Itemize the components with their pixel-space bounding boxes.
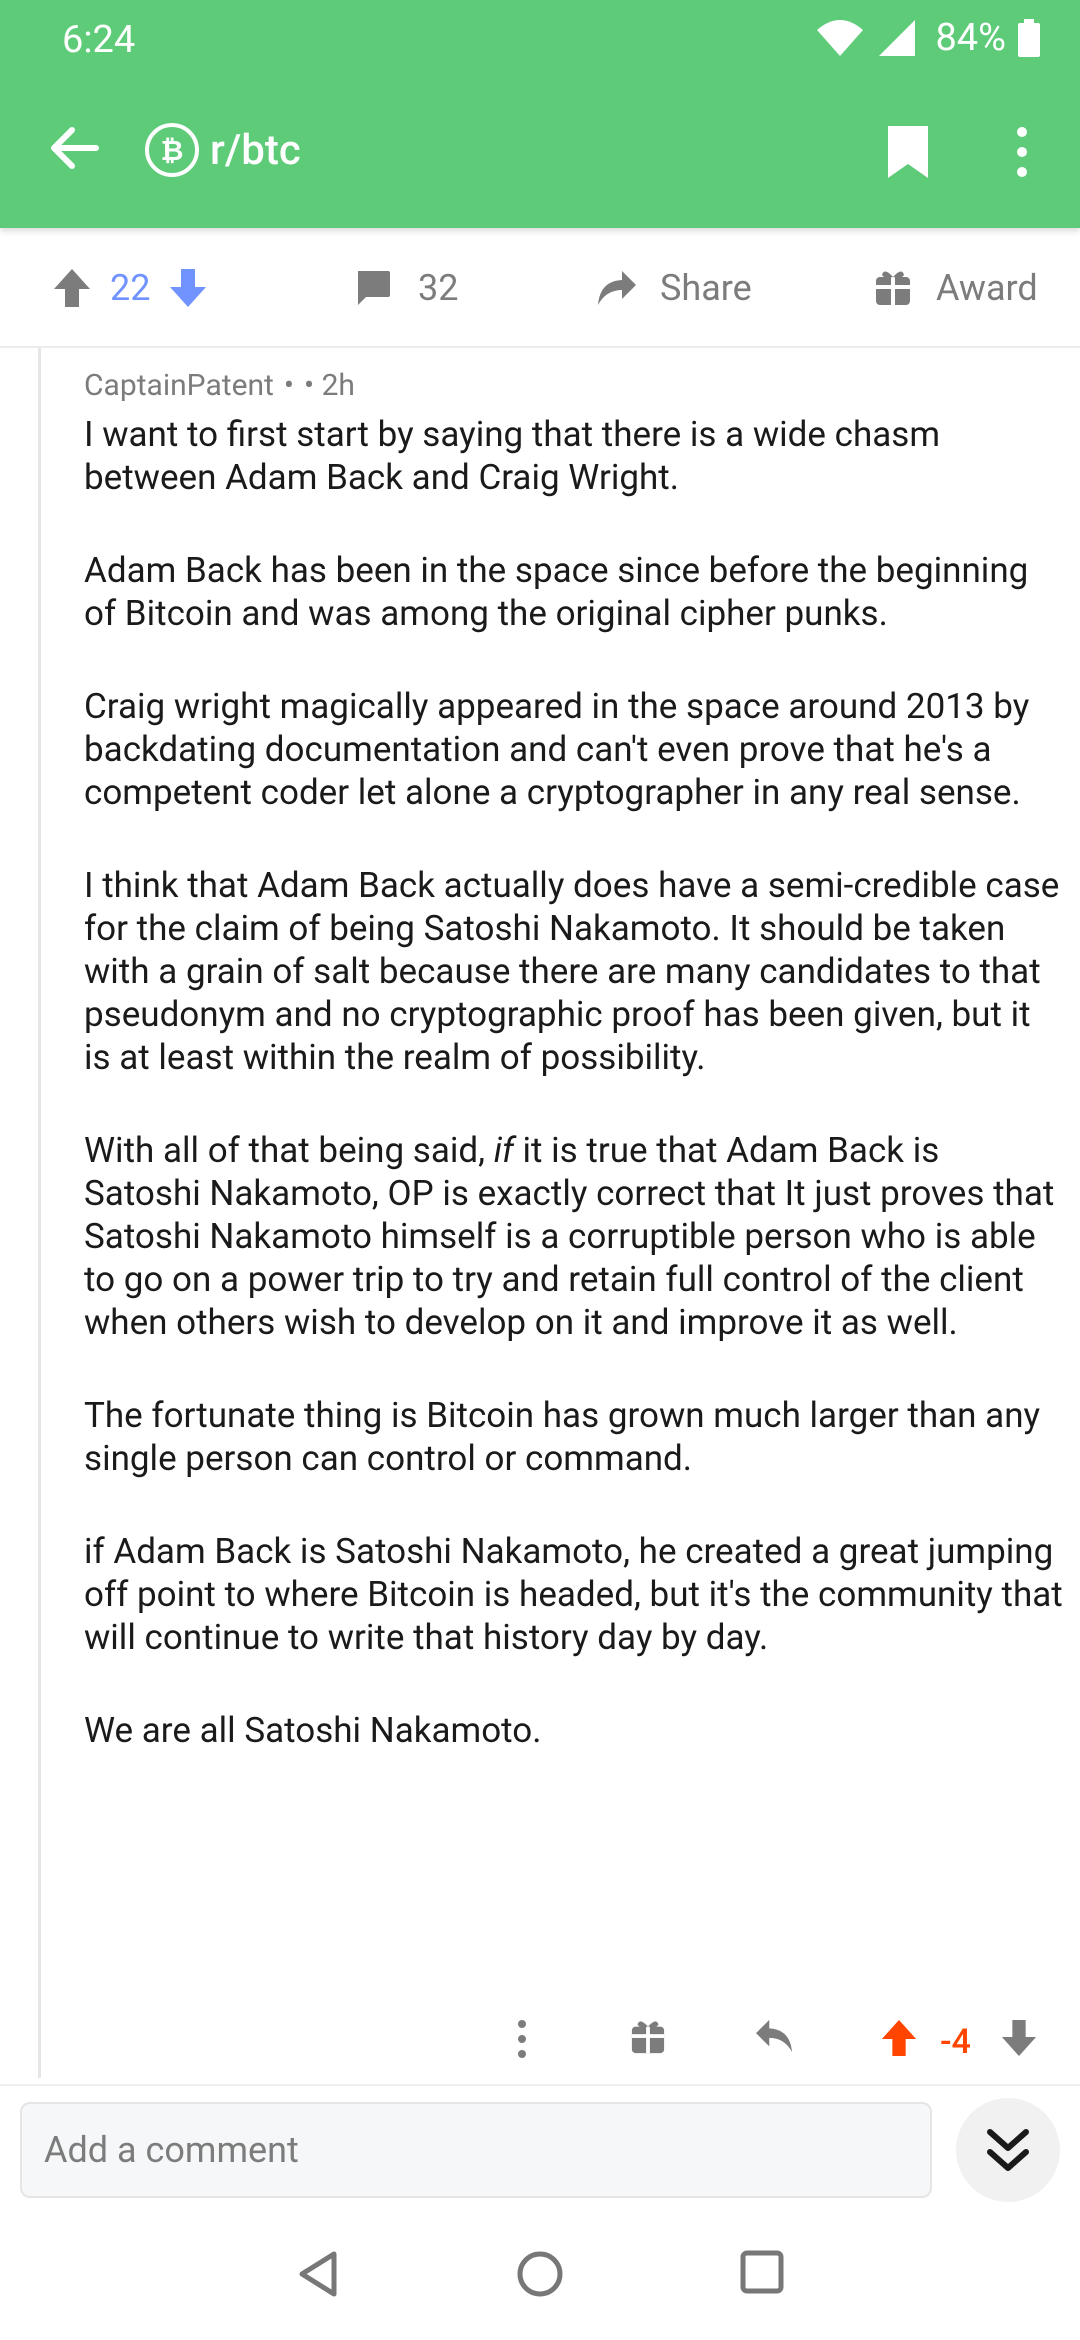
paragraph-text: With all of that being said, <box>84 1130 494 1171</box>
signal-icon <box>879 20 916 56</box>
post-action-bar: 22 32 Share Award <box>0 228 1080 348</box>
subreddit-name: r/btc <box>210 125 301 175</box>
comment-paragraph: I think that Adam Back actually does hav… <box>84 865 1060 1078</box>
comment-score: -4 <box>940 2022 971 2062</box>
upvote-icon[interactable] <box>52 267 92 309</box>
jump-next-comment-button[interactable] <box>956 2098 1060 2202</box>
award-label: Award <box>936 267 1038 309</box>
comment-paragraph: if Adam Back is Satoshi Nakamoto, he cre… <box>84 1531 1063 1658</box>
meta-separator: • <box>283 368 294 403</box>
back-arrow-icon[interactable] <box>48 122 100 174</box>
thread-line[interactable] <box>38 348 41 2078</box>
comment-body: I want to first start by saying that the… <box>84 413 1064 1752</box>
status-icons: 84% <box>815 16 1040 60</box>
comment-count: 32 <box>418 267 459 309</box>
post-vote-group: 22 <box>52 228 208 348</box>
add-comment-input[interactable]: Add a comment <box>20 2102 932 2198</box>
share-button[interactable]: Share <box>596 228 752 348</box>
comment-paragraph: I want to first start by saying that the… <box>84 414 941 498</box>
recents-square-icon[interactable] <box>740 2250 784 2294</box>
italic-text: if <box>493 1130 514 1171</box>
comment-paragraph: We are all Satoshi Nakamoto. <box>84 1710 542 1751</box>
more-vertical-icon[interactable] <box>1008 124 1036 180</box>
gift-icon <box>876 271 910 305</box>
comment-paragraph: With all of that being said, if it is tr… <box>84 1129 1064 1344</box>
battery-percent: 84% <box>935 16 1006 60</box>
share-arrow-icon <box>598 271 636 305</box>
reply-icon[interactable] <box>754 2018 794 2054</box>
battery-icon <box>1018 19 1040 57</box>
system-nav-bar <box>0 2210 1080 2340</box>
double-chevron-down-icon <box>987 2129 1029 2171</box>
share-label: Share <box>660 267 752 309</box>
comment-paragraph: Craig wright magically appeared in the s… <box>84 686 1030 813</box>
wifi-icon <box>817 20 864 56</box>
comment-paragraph: Adam Back has been in the space since be… <box>84 550 1029 634</box>
home-circle-icon[interactable] <box>516 2250 564 2298</box>
svg-text:₿: ₿ <box>161 134 184 167</box>
comment-age: • 2h <box>304 368 355 403</box>
bookmark-icon[interactable] <box>884 124 932 180</box>
comment-meta: CaptainPatent • • 2h <box>84 368 1064 403</box>
more-vertical-icon[interactable] <box>510 2018 534 2062</box>
comment: CaptainPatent • • 2h I want to first sta… <box>84 368 1064 1802</box>
divider <box>0 2084 1080 2086</box>
back-triangle-icon[interactable] <box>296 2250 340 2298</box>
subreddit-title-button[interactable]: ₿ r/btc <box>144 122 301 178</box>
status-time: 6:24 <box>62 18 136 62</box>
app-bar: ₿ r/btc <box>0 100 1080 206</box>
downvote-icon[interactable] <box>168 267 208 309</box>
comment-author[interactable]: CaptainPatent <box>84 368 274 403</box>
vote-count: 22 <box>110 267 151 309</box>
status-bar: 6:24 84% <box>0 0 1080 80</box>
comment-paragraph: The fortunate thing is Bitcoin has grown… <box>84 1395 1041 1479</box>
downvote-icon[interactable] <box>1000 2018 1038 2058</box>
comments-button[interactable]: 32 <box>354 228 458 348</box>
upvote-icon[interactable] <box>880 2018 918 2058</box>
gift-icon[interactable] <box>630 2018 666 2056</box>
award-button[interactable]: Award <box>874 228 1038 348</box>
bitcoin-icon: ₿ <box>145 123 199 177</box>
app-header: 6:24 84% ₿ r/btc <box>0 0 1080 228</box>
comment-icon <box>358 271 390 305</box>
comment-action-bar: -4 <box>0 2010 1080 2076</box>
